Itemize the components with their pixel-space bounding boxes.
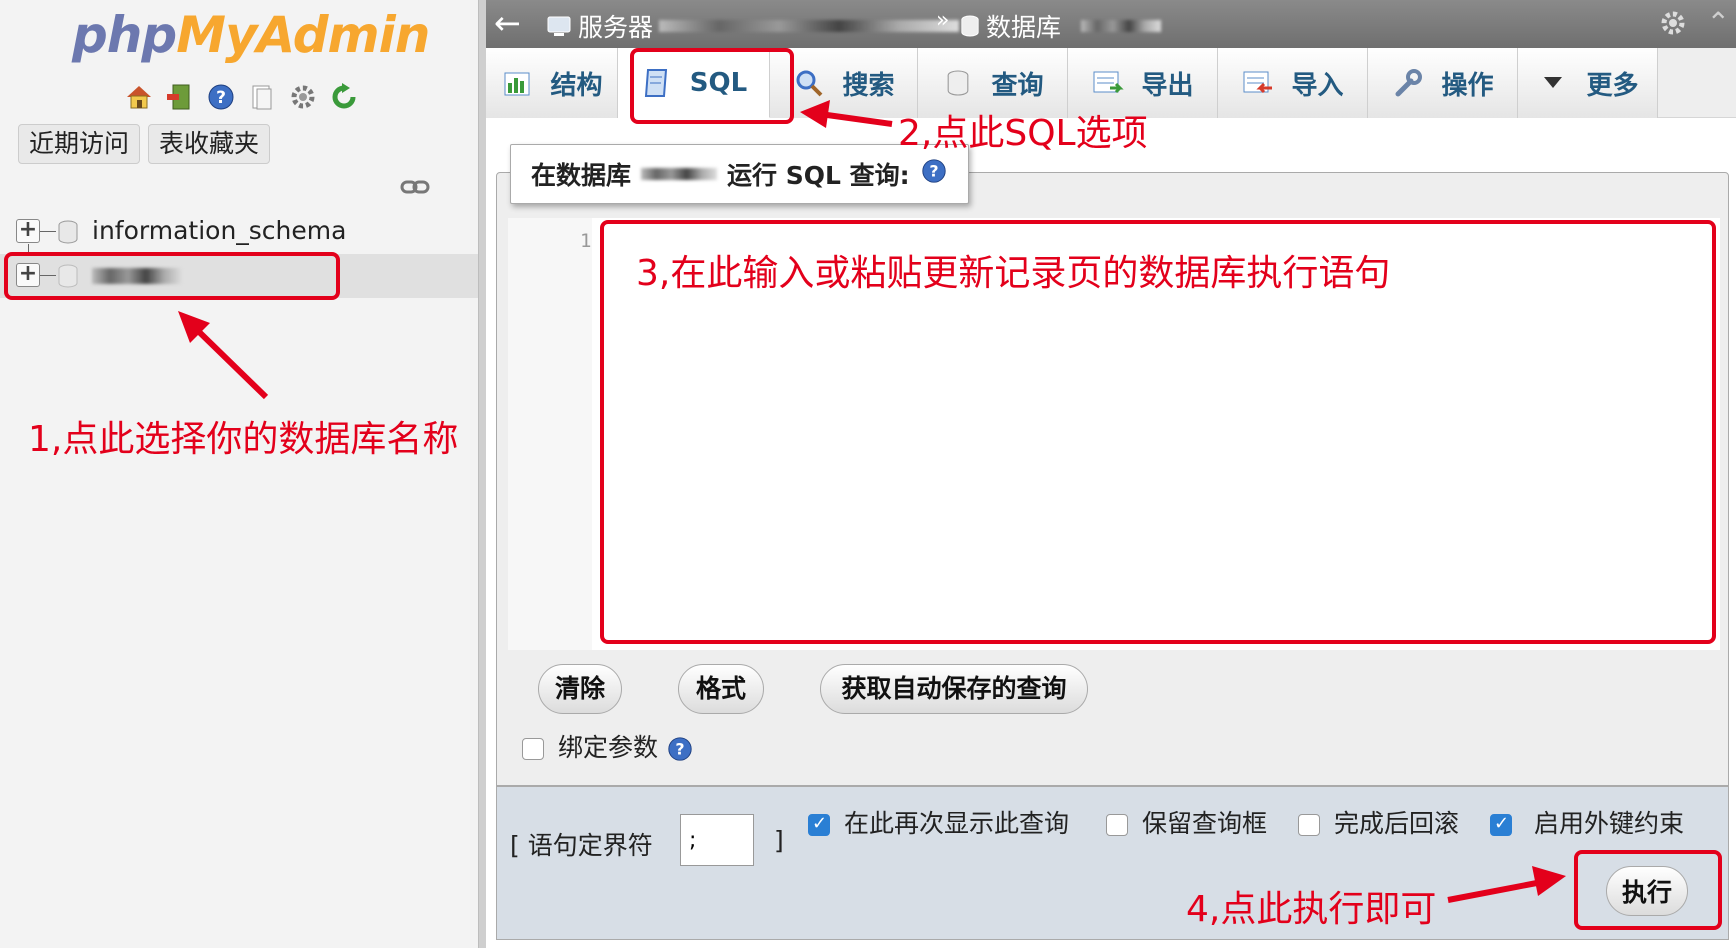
- retain-query-box-label: 保留查询框: [1142, 809, 1268, 838]
- tab-import[interactable]: 导入: [1218, 48, 1368, 118]
- tab-operations[interactable]: 操作: [1368, 48, 1518, 118]
- bind-parameters-checkbox[interactable]: [522, 738, 544, 760]
- breadcrumb-server-label: 服务器: [578, 13, 654, 42]
- legend-prefix: 在数据库: [531, 161, 632, 190]
- gear-icon[interactable]: [1658, 8, 1688, 42]
- format-button[interactable]: 格式: [678, 664, 764, 714]
- help-icon[interactable]: ?: [666, 735, 694, 763]
- wrench-icon: [1391, 66, 1425, 100]
- import-icon: [1241, 66, 1275, 100]
- tree-connector: [40, 231, 56, 232]
- delimiter-bracket: ]: [774, 826, 784, 855]
- redacted-database-name: [641, 168, 718, 180]
- help-icon[interactable]: ?: [204, 80, 237, 113]
- annotation-box-go-button: [1574, 850, 1722, 930]
- search-icon: [792, 66, 826, 100]
- show-query-checkbox[interactable]: [808, 813, 830, 836]
- annotation-box-sql-tab: [630, 48, 794, 124]
- foreign-key-checks-checkbox[interactable]: [1490, 813, 1512, 836]
- panel-divider[interactable]: [478, 0, 486, 948]
- annotation-step-1: 1,点此选择你的数据库名称: [28, 419, 459, 460]
- logo-myadmin-text: MyAdmin: [176, 6, 430, 64]
- annotation-step-3: 3,在此输入或粘贴更新记录页的数据库执行语句: [636, 253, 1391, 294]
- query-icon: [941, 66, 975, 100]
- tab-label: 搜索: [842, 70, 895, 101]
- reload-icon[interactable]: [327, 80, 360, 113]
- logo-php-text: php: [72, 6, 177, 64]
- settings-icon[interactable]: [286, 80, 319, 113]
- get-autosaved-query-button[interactable]: 获取自动保存的查询: [820, 664, 1088, 714]
- nav-icon-bar: ?: [122, 80, 360, 113]
- tree-item-label[interactable]: information_schema: [92, 216, 346, 245]
- tab-label: 导入: [1291, 70, 1344, 101]
- svg-text:?: ?: [929, 162, 938, 181]
- redacted-database-name: [1081, 20, 1162, 32]
- phpmyadmin-logo[interactable]: phpMyAdmin: [72, 6, 430, 64]
- database-icon: [57, 220, 79, 244]
- tab-more[interactable]: 更多: [1518, 48, 1658, 118]
- chevron-down-icon: [1536, 66, 1570, 100]
- annotation-arrow-4: [1447, 866, 1566, 903]
- svg-text:?: ?: [216, 88, 226, 108]
- delimiter-input[interactable]: [680, 814, 754, 866]
- tab-label: 操作: [1441, 70, 1494, 101]
- line-number-gutter: 1: [508, 218, 592, 650]
- database-icon: [961, 15, 979, 37]
- bind-parameters-text: 绑定参数: [558, 733, 659, 762]
- annotation-step-4: 4,点此执行即可: [1186, 889, 1437, 930]
- bind-parameters-label: 绑定参数 ?: [558, 728, 694, 764]
- structure-icon: [500, 66, 534, 100]
- export-icon: [1091, 66, 1125, 100]
- tab-label: 导出: [1141, 70, 1194, 101]
- server-icon: [547, 16, 571, 36]
- show-query-label: 在此再次显示此查询: [844, 809, 1070, 838]
- annotation-arrow-1: [178, 311, 269, 400]
- redacted-server-name: [659, 20, 960, 32]
- breadcrumb-database-label: 数据库: [986, 13, 1062, 42]
- back-arrow-icon[interactable]: ←: [494, 4, 521, 42]
- favorite-tables-button[interactable]: 表收藏夹: [148, 124, 271, 164]
- rollback-checkbox[interactable]: [1298, 814, 1320, 836]
- line-number: 1: [580, 230, 592, 252]
- breadcrumb-database[interactable]: 数据库: [960, 8, 1162, 44]
- svg-text:?: ?: [675, 740, 684, 759]
- breadcrumb-server[interactable]: 服务器: [546, 8, 960, 44]
- docs-icon[interactable]: [245, 80, 278, 113]
- clear-button[interactable]: 清除: [538, 664, 622, 714]
- help-icon[interactable]: ?: [920, 157, 948, 191]
- home-icon[interactable]: [122, 80, 155, 113]
- link-icon[interactable]: [400, 176, 430, 202]
- breadcrumb-separator: »: [936, 8, 950, 33]
- navigation-panel: phpMyAdmin ? 近期访问 表收藏夹 + information_sch…: [0, 0, 478, 948]
- expand-icon[interactable]: +: [16, 219, 40, 243]
- tab-label: 结构: [550, 70, 603, 101]
- rollback-label: 完成后回滚: [1334, 809, 1460, 838]
- annotation-box-database: [4, 252, 340, 300]
- tab-label: 更多: [1586, 70, 1639, 101]
- collapse-icon[interactable]: ⌃: [1707, 6, 1730, 39]
- retain-query-box-checkbox[interactable]: [1106, 814, 1128, 836]
- tab-label: 查询: [991, 70, 1044, 101]
- recent-tables-button[interactable]: 近期访问: [18, 124, 141, 164]
- tab-structure[interactable]: 结构: [486, 48, 618, 118]
- exit-icon[interactable]: [163, 80, 196, 113]
- breadcrumb-bar: ← 服务器 » 数据库 ⌃: [486, 0, 1736, 48]
- delimiter-label: [ 语句定界符: [510, 831, 653, 860]
- foreign-key-checks-label: 启用外键约束: [1534, 809, 1685, 838]
- annotation-arrow-2: [800, 100, 893, 128]
- legend-suffix: 运行 SQL 查询:: [727, 161, 910, 190]
- annotation-step-2: 2,点此SQL选项: [898, 113, 1148, 154]
- tree-item-information-schema[interactable]: + information_schema: [0, 210, 478, 254]
